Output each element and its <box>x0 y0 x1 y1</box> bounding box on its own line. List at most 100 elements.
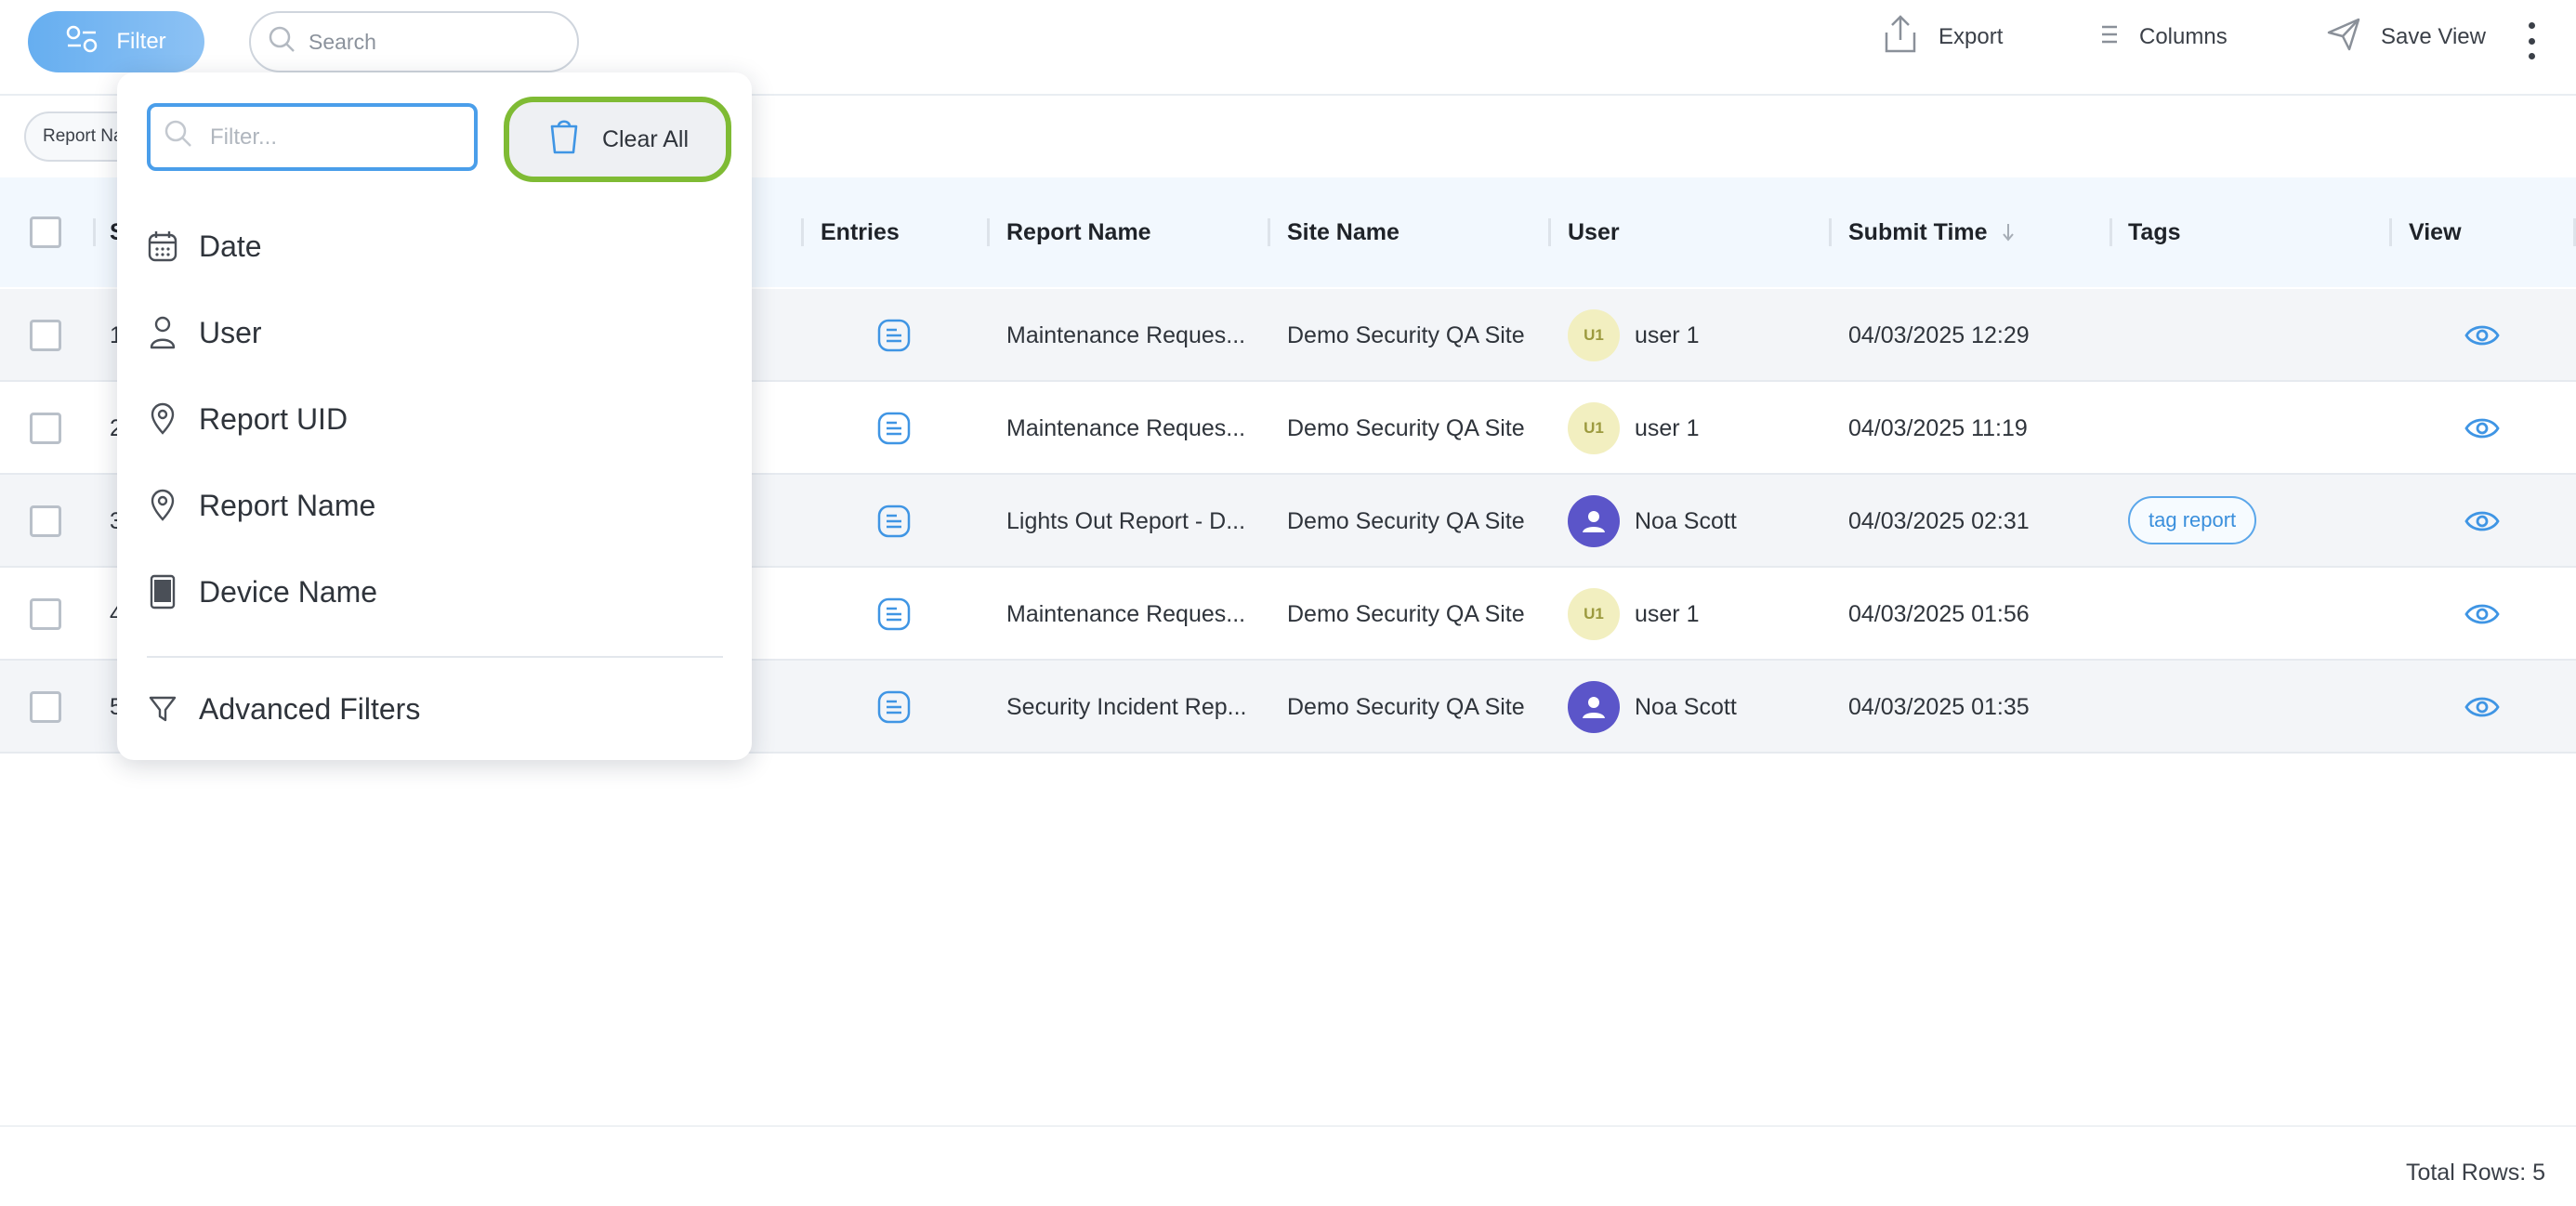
submit-time-cell: 04/03/2025 11:19 <box>1848 414 2028 441</box>
user-cell: user 1 <box>1635 414 1700 441</box>
calendar-icon <box>147 228 178 265</box>
column-divider <box>801 218 804 246</box>
filter-option-report-uid[interactable]: Report UID <box>147 391 348 447</box>
search-icon <box>164 119 193 155</box>
entries-document-icon[interactable] <box>876 289 912 382</box>
filter-option-report-name[interactable]: Report Name <box>147 478 375 533</box>
column-divider <box>987 218 990 246</box>
location-pin-icon <box>147 487 178 524</box>
row-checkbox[interactable] <box>30 598 61 630</box>
eye-icon[interactable] <box>2464 289 2501 382</box>
columns-icon <box>2098 22 2121 53</box>
site-name-cell: Demo Security QA Site <box>1287 600 1525 627</box>
export-button[interactable]: Export <box>1881 14 2004 59</box>
sort-down-arrow-icon[interactable] <box>2001 222 2016 243</box>
submit-time-label: Submit Time <box>1848 218 1988 245</box>
column-header-site-name[interactable]: Site Name <box>1287 177 1400 287</box>
search-placeholder: Search <box>309 29 376 54</box>
send-icon <box>2325 16 2362 59</box>
filter-button[interactable]: Filter <box>28 11 204 72</box>
eye-icon[interactable] <box>2464 475 2501 568</box>
submit-time-cell: 04/03/2025 02:31 <box>1848 507 2030 534</box>
column-header-view[interactable]: View <box>2409 177 2462 287</box>
site-name-cell: Demo Security QA Site <box>1287 507 1525 534</box>
total-rows-count: Total Rows: 5 <box>2405 1160 2545 1186</box>
column-header-report-name[interactable]: Report Name <box>1006 177 1151 287</box>
site-name-cell: Demo Security QA Site <box>1287 693 1525 720</box>
filter-option-date[interactable]: Date <box>147 218 262 274</box>
search-icon <box>268 25 296 59</box>
entries-document-icon[interactable] <box>876 568 912 661</box>
row-checkbox[interactable] <box>30 505 61 537</box>
filter-option-label: User <box>199 315 262 349</box>
report-name-cell: Lights Out Report - D... <box>1006 507 1246 534</box>
advanced-filters-option[interactable]: Advanced Filters <box>147 681 420 737</box>
submit-time-cell: 04/03/2025 01:35 <box>1848 693 2030 720</box>
user-icon <box>147 314 178 351</box>
filter-option-label: Date <box>199 229 262 263</box>
report-name-cell: Security Incident Rep... <box>1006 693 1247 720</box>
save-view-label: Save View <box>2381 24 2486 49</box>
submit-time-cell: 04/03/2025 12:29 <box>1848 321 2030 348</box>
row-checkbox[interactable] <box>30 691 61 723</box>
report-name-cell: Maintenance Reques... <box>1006 414 1246 441</box>
filter-option-device-name[interactable]: Device Name <box>147 564 377 620</box>
funnel-icon <box>147 690 178 728</box>
column-header-user[interactable]: User <box>1568 177 1620 287</box>
site-name-cell: Demo Security QA Site <box>1287 414 1525 441</box>
tag-badge[interactable]: tag report <box>2128 496 2257 544</box>
submit-time-cell: 04/03/2025 01:56 <box>1848 600 2030 627</box>
column-divider <box>1548 218 1551 246</box>
entries-document-icon[interactable] <box>876 661 912 754</box>
avatar: U1 <box>1568 588 1620 640</box>
entries-document-icon[interactable] <box>876 382 912 475</box>
eye-icon[interactable] <box>2464 568 2501 661</box>
select-all-checkbox[interactable] <box>30 216 61 248</box>
export-label: Export <box>1939 24 2004 49</box>
row-checkbox[interactable] <box>30 320 61 351</box>
user-cell: user 1 <box>1635 321 1700 348</box>
more-options-icon[interactable] <box>2520 19 2543 63</box>
save-view-button[interactable]: Save View <box>2325 15 2486 59</box>
filter-option-label: Report Name <box>199 488 376 522</box>
footer-divider <box>0 1125 2576 1127</box>
column-divider <box>93 218 96 246</box>
clear-all-button[interactable]: Clear All <box>504 97 731 182</box>
row-checkbox[interactable] <box>30 413 61 444</box>
eye-icon[interactable] <box>2464 661 2501 754</box>
avatar: U1 <box>1568 309 1620 361</box>
column-divider <box>2109 218 2112 246</box>
trash-icon <box>546 117 582 163</box>
report-name-cell: Maintenance Reques... <box>1006 321 1246 348</box>
filter-option-label: Report UID <box>199 401 348 436</box>
column-header-tags[interactable]: Tags <box>2128 177 2181 287</box>
filter-option-label: Device Name <box>199 574 378 609</box>
user-cell: Noa Scott <box>1635 507 1737 534</box>
filter-dropdown-menu: Filter... Clear All Date User Report UID… <box>117 72 752 760</box>
column-header-entries[interactable]: Entries <box>821 177 900 287</box>
menu-divider <box>147 656 723 658</box>
columns-label: Columns <box>2139 24 2228 49</box>
person-avatar-icon <box>1568 495 1620 547</box>
column-header-submit-time[interactable]: Submit Time <box>1848 177 2016 287</box>
report-name-cell: Maintenance Reques... <box>1006 600 1246 627</box>
filter-search-input[interactable]: Filter... <box>147 103 478 171</box>
column-divider <box>2389 218 2392 246</box>
avatar: U1 <box>1568 402 1620 454</box>
user-cell: user 1 <box>1635 600 1700 627</box>
clear-all-label: Clear All <box>601 125 690 152</box>
eye-icon[interactable] <box>2464 382 2501 475</box>
tablet-icon <box>147 573 178 610</box>
columns-button[interactable]: Columns <box>2098 15 2228 59</box>
filter-sliders-icon <box>66 25 98 59</box>
search-input[interactable]: Search <box>249 11 579 72</box>
filter-input-placeholder: Filter... <box>210 124 278 150</box>
filter-option-user[interactable]: User <box>147 305 262 360</box>
person-avatar-icon <box>1568 681 1620 733</box>
filter-button-label: Filter <box>116 29 166 54</box>
entries-document-icon[interactable] <box>876 475 912 568</box>
advanced-filters-label: Advanced Filters <box>199 691 421 726</box>
site-name-cell: Demo Security QA Site <box>1287 321 1525 348</box>
column-divider <box>1268 218 1270 246</box>
location-pin-icon <box>147 400 178 438</box>
